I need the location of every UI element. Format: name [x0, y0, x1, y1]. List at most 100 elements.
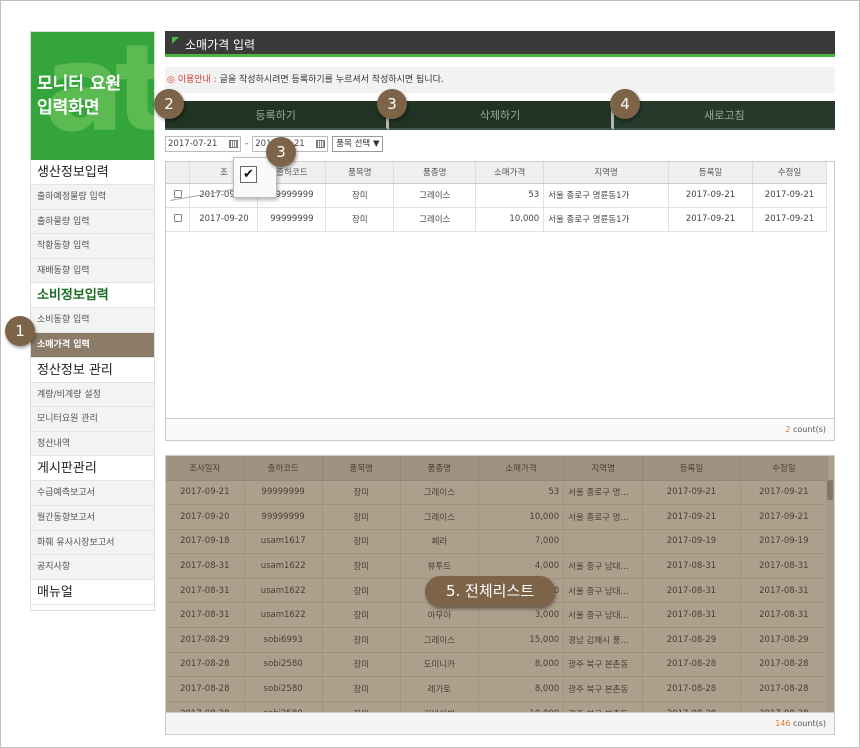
table-cell: usam1622	[244, 553, 323, 579]
select-all-header	[166, 162, 191, 184]
scrollbar[interactable]	[826, 480, 834, 714]
date-from-field[interactable]: 2017-07-21	[165, 136, 241, 152]
sidebar-item[interactable]: 수급예측보고서	[31, 481, 154, 506]
table-cell: 2017-08-29	[740, 627, 829, 653]
table-row[interactable]: 2017-08-28 sobi2580 장미 도미니카 8,000 광주 북구 본촌동 20…	[166, 652, 829, 678]
table-cell: 서울 종로구 명륜동1가	[543, 183, 670, 208]
sidebar-section-header[interactable]: 소비정보입력	[31, 283, 154, 309]
sidebar-section-header[interactable]: 매뉴얼	[31, 579, 154, 605]
usage-notice: ◎ 이용안내 : 글을 작성하시려면 등록하기를 누르셔서 작성하시면 됩니다.	[165, 67, 835, 93]
table-cell: usam1617	[244, 529, 323, 555]
table-header-row: 조사일자 출하코드 품목명 품종명 소매가격 지역명 등록일 수정일	[166, 456, 829, 481]
grid-footer	[166, 712, 834, 734]
table-cell: 2017-08-31	[740, 602, 829, 629]
column-header[interactable]: 등록일	[642, 456, 741, 481]
checkbox-icon[interactable]	[173, 213, 182, 222]
delete-button[interactable]: 삭제하기	[389, 101, 614, 130]
calendar-icon[interactable]	[316, 140, 326, 148]
row-checkbox[interactable]	[166, 207, 191, 232]
sidebar-item[interactable]: 월간동향보고서	[31, 505, 154, 531]
sidebar-item[interactable]: 출하예정물량 입력	[31, 185, 154, 210]
table-cell: 2017-08-28	[642, 652, 741, 678]
table-cell: 8,000	[478, 676, 565, 702]
table-cell: 장미	[322, 602, 401, 629]
table-cell: 장미	[322, 578, 401, 604]
column-header[interactable]: 품목명	[322, 456, 401, 481]
callout-3: 3	[377, 89, 407, 119]
sidebar-item[interactable]: 출하물량 입력	[31, 209, 154, 235]
callout-1: 1	[5, 316, 35, 346]
sidebar-section-header[interactable]: 생산정보입력	[31, 160, 154, 185]
table-cell: 그레이스	[393, 183, 477, 208]
table-cell: 장미	[325, 183, 395, 208]
table-row[interactable]: 2017-09-20 99999999 장미 그레이스 10,000 서울 종로구 명..…	[166, 504, 829, 530]
sidebar-item[interactable]: 화훼 유사시장보고서	[31, 530, 154, 556]
table-cell: 뷰투트	[400, 553, 479, 579]
column-header[interactable]: 조사일자	[166, 456, 245, 481]
table-cell: 장미	[322, 652, 401, 678]
table-cell: 2017-09-20	[189, 207, 259, 232]
table-cell: sobi6993	[244, 627, 323, 653]
column-header[interactable]: 지역명	[543, 162, 670, 184]
table-row[interactable]: 2017-09-21 99999999 장미 그레이스 53 서울 종로구 명... 201…	[166, 480, 829, 506]
table-cell: 2017-08-31	[642, 578, 741, 604]
logo-title: 모니터 요원 입력화면	[37, 72, 121, 120]
table-cell: 2017-08-31	[642, 553, 741, 579]
table-cell: 도미니카	[400, 652, 479, 678]
table-row[interactable]: 2017-08-29 sobi6993 장미 그레이스 15,000 경남 김해시 풍..…	[166, 627, 829, 653]
column-header[interactable]: 수정일	[752, 162, 828, 184]
table-row[interactable]: 2017-09-18 usam1617 장미 페라 7,000 2017-09-19 201…	[166, 529, 829, 555]
item-select-value: 품목 선택	[336, 139, 371, 149]
column-header[interactable]: 수정일	[740, 456, 829, 481]
column-header[interactable]: 소매가격	[475, 162, 545, 184]
table-cell: 2017-09-21	[740, 480, 829, 506]
table-cell: 2017-09-18	[166, 529, 245, 555]
input-grid: 조 출하코드 품목명 품종명 소매가격 지역명 등록일 수정일 2017-09-21 999999…	[165, 161, 835, 441]
table-cell: 2017-08-31	[166, 553, 245, 579]
table-cell: sobi2580	[244, 676, 323, 702]
sidebar-item[interactable]: 소매가격 입력	[31, 332, 154, 358]
column-header[interactable]: 지역명	[563, 456, 644, 481]
table-row[interactable]: 2017-09-20 99999999 장미 그레이스 10,000 서울 종로구 명륜동…	[166, 207, 828, 232]
column-header[interactable]: 품목명	[325, 162, 395, 184]
sidebar-item[interactable]: 모니터요원 관리	[31, 407, 154, 432]
table-cell: 2017-09-21	[166, 480, 245, 506]
page-title: 소매가격 입력	[185, 38, 256, 52]
sidebar-item[interactable]: 소비동향 입력	[31, 308, 154, 333]
row-checkbox[interactable]	[166, 183, 191, 208]
column-header[interactable]: 등록일	[668, 162, 753, 184]
sidebar-item[interactable]: 계량/비계량 설정	[31, 382, 154, 408]
column-header[interactable]: 품종명	[393, 162, 477, 184]
item-select[interactable]: 품목 선택 ▼	[332, 136, 384, 152]
sidebar-section-header[interactable]: 정산정보 관리	[31, 357, 154, 383]
table-row[interactable]: 2017-08-31 usam1622 장미 뷰투트 4,000 서울 중구 남대... 2…	[166, 553, 829, 579]
record-count: 146 count(s)	[775, 719, 826, 728]
register-button[interactable]: 등록하기	[165, 101, 390, 130]
chevron-down-icon: ▼	[372, 139, 380, 149]
sidebar-item[interactable]: 재배동향 입력	[31, 258, 154, 284]
sidebar-item[interactable]: 공지사항	[31, 555, 154, 580]
scrollbar-thumb[interactable]	[827, 480, 833, 500]
table-cell: 2017-08-28	[166, 652, 245, 678]
table-cell: 8,000	[478, 652, 565, 678]
table-cell: 장미	[322, 529, 401, 555]
table-cell: 2017-09-21	[642, 504, 741, 530]
refresh-button[interactable]: 새로고침	[613, 101, 835, 130]
column-header[interactable]: 소매가격	[478, 456, 565, 481]
column-header[interactable]: 품종명	[400, 456, 479, 481]
sidebar-item[interactable]: 정산내역	[31, 431, 154, 457]
table-cell: 99999999	[244, 480, 323, 506]
record-count-number: 146	[775, 719, 791, 728]
table-cell: 2017-09-21	[668, 183, 753, 208]
callout-3-checkbox: 3	[266, 137, 296, 167]
table-cell: 10,000	[478, 504, 565, 530]
table-row[interactable]: 2017-08-28 sobi2580 장미 레가토 8,000 광주 북구 본촌동 201…	[166, 676, 829, 702]
table-cell: usam1622	[244, 602, 323, 629]
sidebar-section-header[interactable]: 게시판관리	[31, 456, 154, 482]
logo-line2: 입력화면	[37, 98, 100, 118]
column-header[interactable]: 출하코드	[244, 456, 323, 481]
checkbox-icon[interactable]	[173, 189, 182, 198]
table-cell: 4,000	[478, 553, 565, 579]
calendar-icon[interactable]	[229, 140, 238, 148]
sidebar-item[interactable]: 작황동향 입력	[31, 234, 154, 259]
